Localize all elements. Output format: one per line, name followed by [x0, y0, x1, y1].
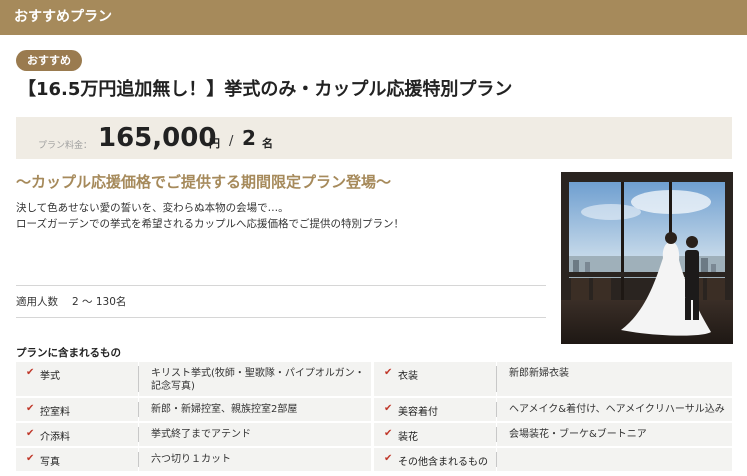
include-key: ✔ 装花 [374, 423, 496, 446]
include-value: ヘアメイク&着付け、ヘアメイクリハーサル込み [497, 398, 732, 421]
table-row: ✔ 写真 六つ切り１カット ✔ その他含まれるもの [16, 448, 732, 471]
check-icon: ✔ [26, 403, 35, 414]
plan-photo[interactable] [561, 172, 733, 344]
include-value-label: 六つ切り１カット [151, 454, 231, 465]
check-icon: ✔ [384, 403, 393, 414]
includes-table: ✔ 挙式 キリスト挙式(牧師・聖歌隊・パイプオルガン・ 記念写真) ✔ 衣装 新郎… [16, 362, 732, 473]
capacity-label: 適用人数 [16, 296, 58, 308]
include-key-label: その他含まれるもの [398, 457, 488, 468]
include-value-label: ヘアメイク&着付け、ヘアメイクリハーサル込み [509, 404, 725, 415]
check-icon: ✔ [384, 367, 393, 378]
include-value-label: 挙式終了までアテンド [151, 429, 251, 440]
check-icon: ✔ [26, 453, 35, 464]
column-separator [496, 452, 497, 467]
include-value-label: 新郎新婦衣装 [509, 368, 569, 379]
price-amount: 165,000 [98, 123, 217, 153]
price-label: プラン料金： [38, 141, 93, 151]
description-line: 決して色あせない愛の誓いを、変わらぬ本物の会場で…。 [16, 202, 289, 214]
column-separator [496, 402, 497, 417]
divider [16, 317, 546, 318]
include-key: ✔ その他含まれるもの [374, 448, 496, 471]
plan-title[interactable]: 【16.5万円追加無し！】挙式のみ・カップル応援特別プラン [18, 77, 512, 103]
include-key-label: 挙式 [40, 371, 60, 382]
column-separator [138, 427, 139, 442]
chapel-photo-image [561, 172, 733, 344]
check-icon: ✔ [384, 453, 393, 464]
column-separator [138, 452, 139, 467]
include-value-label: 会場装花・ブーケ&ブートニア [509, 429, 647, 440]
includes-heading: プランに含まれるもの [16, 347, 121, 359]
include-key-label: 美容着付 [398, 407, 438, 418]
include-key-label: 装花 [398, 432, 418, 443]
people-count: 2 [242, 126, 256, 150]
column-separator [138, 366, 139, 392]
table-row: ✔ 介添料 挙式終了までアテンド ✔ 装花 会場装花・ブーケ&ブートニア [16, 423, 732, 446]
include-value: 新郎・新婦控室、親族控室2部屋 [139, 398, 371, 421]
plan-description: 決して色あせない愛の誓いを、変わらぬ本物の会場で…。 ローズガーデンでの挙式を希… [16, 200, 404, 232]
description-line: ローズガーデンでの挙式を希望されるカップルへ応援価格でご提供の特別プラン！ [16, 218, 404, 230]
price-unit: 円 [209, 137, 220, 150]
table-row: ✔ 挙式 キリスト挙式(牧師・聖歌隊・パイプオルガン・ 記念写真) ✔ 衣装 新郎… [16, 362, 732, 396]
include-key-label: 衣装 [398, 371, 418, 382]
include-key: ✔ 美容着付 [374, 398, 496, 421]
include-key: ✔ 介添料 [16, 423, 138, 446]
include-key-label: 介添料 [40, 432, 70, 443]
include-key-label: 写真 [40, 457, 60, 468]
check-icon: ✔ [384, 428, 393, 439]
include-key: ✔ 衣装 [374, 362, 496, 396]
people-unit: 名 [262, 137, 273, 150]
include-key: ✔ 写真 [16, 448, 138, 471]
price-slash: / [229, 134, 234, 149]
include-value-label: 新郎・新婦控室、親族控室2部屋 [151, 404, 298, 415]
divider [16, 285, 546, 286]
check-icon: ✔ [26, 367, 35, 378]
plan-tagline: ～カップル応援価格でご提供する期間限定プラン登場～ [16, 173, 392, 191]
column-separator [496, 366, 497, 392]
include-value: キリスト挙式(牧師・聖歌隊・パイプオルガン・ 記念写真) [139, 362, 371, 396]
include-value: 挙式終了までアテンド [139, 423, 371, 446]
include-value: 新郎新婦衣装 [497, 362, 732, 396]
price-box: プラン料金： 165,000 円 / 2 名 [16, 117, 732, 159]
section-title: おすすめプラン [14, 9, 112, 25]
include-key: ✔ 挙式 [16, 362, 138, 396]
include-value: 会場装花・ブーケ&ブートニア [497, 423, 732, 446]
recommended-badge: おすすめ [16, 50, 82, 71]
include-value [497, 448, 732, 471]
column-separator [138, 402, 139, 417]
section-header: おすすめプラン [0, 0, 747, 35]
check-icon: ✔ [26, 428, 35, 439]
capacity-row: 適用人数 2 ～ 130名 [16, 294, 126, 309]
capacity-value: 2 ～ 130名 [72, 296, 127, 308]
table-row: ✔ 控室料 新郎・新婦控室、親族控室2部屋 ✔ 美容着付 ヘアメイク&着付け、ヘ… [16, 398, 732, 421]
include-key: ✔ 控室料 [16, 398, 138, 421]
include-value-label: キリスト挙式(牧師・聖歌隊・パイプオルガン・ 記念写真) [151, 368, 365, 392]
column-separator [496, 427, 497, 442]
include-key-label: 控室料 [40, 407, 70, 418]
include-value: 六つ切り１カット [139, 448, 371, 471]
